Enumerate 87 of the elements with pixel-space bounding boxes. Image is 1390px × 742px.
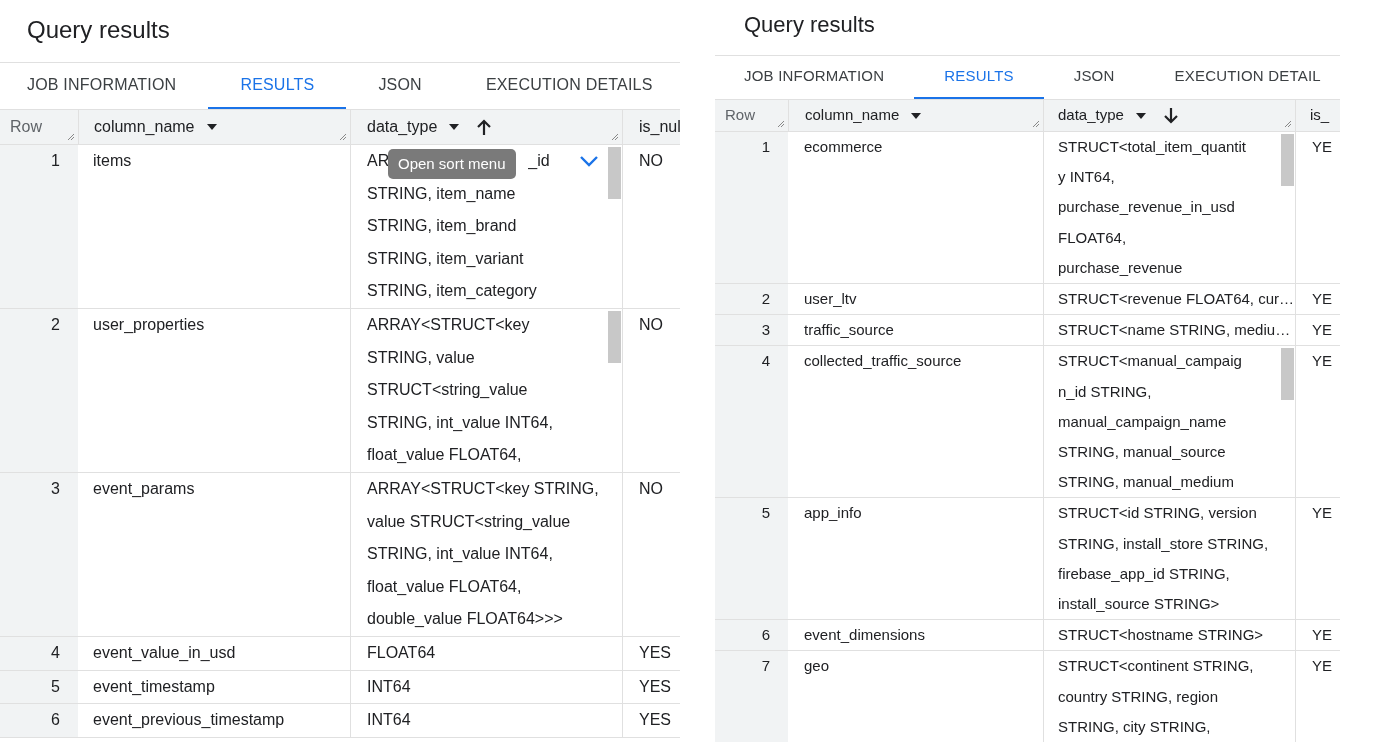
table-cell: items [93,152,132,169]
table-cell: YE [1312,290,1332,307]
cell-text: AR [367,151,390,171]
table-cell-text: INT64 [367,710,411,731]
tooltip: Open sort menu [388,149,516,179]
table-cell: YE [1312,321,1332,339]
table-cell: YE [1312,138,1332,155]
column-header: data_type [367,117,438,137]
table-cell: user_properties [93,315,205,333]
tab[interactable]: JOB INFORMATION [715,56,915,99]
table-cell: YE [1312,352,1332,370]
table-cell-text: STRING, item_name STRING, item_brand STRING, item_variant STRING, item_category [367,183,537,302]
row-number: 2 [51,314,60,335]
row-number: 6 [761,625,770,646]
table-cell-text: STRUCT<name STRING, mediu… [1058,320,1291,341]
table-cell: event_value_in_usd [93,643,236,661]
table-cell-text: STRUCT<manual_campaig n_id STRING, manual_campaign_name STRING, manual_source STRING, manual_medium [1058,351,1242,493]
table-cell: ecommerce [804,138,883,155]
table-cell: traffic_source [804,321,894,339]
tab[interactable]: JSON [346,63,454,109]
table-cell-text: STRUCT<total_item_quantit y INT64, purchase_revenue_in_usd FLOAT64, purchase_revenue [1058,137,1246,278]
row-number: 2 [761,289,770,309]
resize-handle-icon[interactable] [339,133,347,141]
scrollbar[interactable] [1281,348,1294,401]
row-number: 1 [761,137,770,157]
column-header: is_ [1310,105,1330,126]
table-cell: YES [639,643,671,661]
row-number: 5 [761,503,770,524]
table-cell: app_info [804,504,862,522]
caret-icon[interactable] [206,124,217,130]
scrollbar[interactable] [608,310,621,363]
table-cell-text: STRUCT<id STRING, version STRING, install_store STRING, firebase_app_id STRING, install_source STRING> [1058,503,1269,615]
table-cell: YES [639,711,671,729]
resize-handle-icon[interactable] [1032,120,1040,128]
column-header: data_type [1058,105,1124,126]
tab[interactable]: JSON [1043,56,1145,99]
table-cell: event_params [93,479,195,497]
column-header: column_name [805,105,900,126]
table-cell: YE [1312,626,1332,644]
panel-title: Query results [743,11,876,39]
resize-handle-icon[interactable] [1284,120,1292,128]
table-cell: YES [639,677,671,695]
row-number: 5 [51,676,60,697]
caret-icon[interactable] [1135,112,1146,119]
table-cell: NO [639,479,663,497]
row-number: 3 [51,478,60,499]
column-header: Row [10,117,42,137]
arrow-down-icon[interactable] [1161,106,1180,125]
table-cell-text: ARRAY<STRUCT<key STRING, value STRUCT<string_value STRING, int_value INT64, float_value FLOAT64, double_value FLOAT64>>> [367,478,599,630]
resize-handle-icon[interactable] [611,133,619,141]
table-cell: geo [804,657,830,675]
table-cell-text: ARRAY<STRUCT<key STRING, value STRUCT<string_value STRING, int_value INT64, float_value FLOAT64, [367,314,553,466]
table-cell-text: FLOAT64 [367,642,436,663]
table-cell: user_ltv [804,290,857,307]
scrollbar[interactable] [608,147,621,199]
table-cell: event_dimensions [804,626,925,644]
row-number: 3 [761,320,770,341]
column-header: Row [725,105,755,126]
tab[interactable]: JOB INFORMATION [0,63,209,109]
row-number: 7 [761,656,770,677]
caret-icon[interactable] [449,124,460,130]
table-cell-text: STRUCT<hostname STRING> [1058,625,1264,646]
resize-handle-icon[interactable] [67,133,75,141]
cell-text: _id [528,151,550,171]
table-cell: NO [639,315,663,333]
table-cell: collected_traffic_source [804,352,962,370]
column-header: is_nul [639,117,680,137]
table-cell: event_previous_timestamp [93,711,285,729]
table-cell: event_timestamp [93,677,215,695]
table-cell: YE [1312,504,1332,522]
chevron-down-icon[interactable] [579,155,599,167]
table-cell-text: STRUCT<revenue FLOAT64, cur… [1058,289,1295,309]
table-cell: NO [639,152,663,169]
resize-handle-icon[interactable] [777,120,785,128]
row-number: 4 [51,642,60,663]
table-cell-text: INT64 [367,676,411,697]
caret-icon[interactable] [911,112,922,119]
table-cell: YE [1312,657,1332,675]
tab[interactable]: EXECUTION DETAIL [1144,56,1340,99]
panel-title: Query results [26,15,171,45]
table-cell-text: STRUCT<continent STRING, country STRING, region STRING, city STRING, [1058,656,1254,737]
tab[interactable]: EXECUTION DETAILS [453,63,680,109]
row-number: 6 [51,710,60,731]
row-number: 4 [761,351,770,372]
scrollbar[interactable] [1281,134,1294,186]
column-header: column_name [94,117,195,137]
row-number: 1 [51,151,60,171]
